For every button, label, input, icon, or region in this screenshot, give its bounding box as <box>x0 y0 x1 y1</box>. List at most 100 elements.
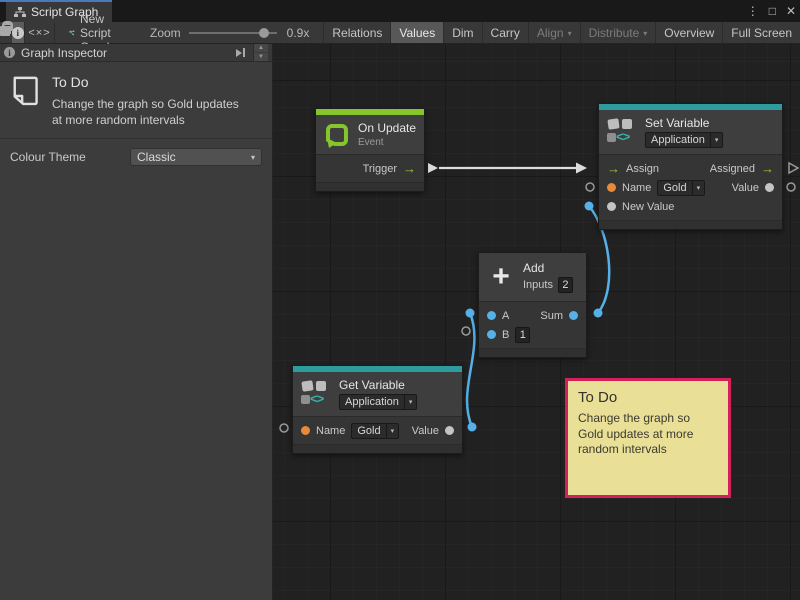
variable-name-dropdown[interactable]: Gold ▾ <box>657 180 705 196</box>
variable-name-dropdown[interactable]: Gold ▾ <box>351 423 399 439</box>
set-variable-value-port[interactable] <box>787 183 795 191</box>
node-footer <box>479 348 586 357</box>
dock-panel-icon[interactable] <box>236 48 247 57</box>
chevron-down-icon: ▾ <box>386 424 399 438</box>
zoom-label: Zoom <box>150 26 181 40</box>
dim-button[interactable]: Dim <box>443 22 481 43</box>
zoom-slider[interactable] <box>189 22 277 44</box>
add-a-port[interactable] <box>466 309 475 318</box>
variable-scope-dropdown[interactable]: Application ▾ <box>645 132 723 148</box>
set-variable-name-port[interactable] <box>586 183 594 191</box>
node-add[interactable]: + Add Inputs 2 A Sum B 1 <box>478 252 587 358</box>
assign-port-row[interactable]: → Assign Assigned → <box>599 159 782 178</box>
spin-down-icon[interactable]: ▼ <box>254 52 268 61</box>
add-b-port[interactable] <box>462 327 470 335</box>
align-dropdown[interactable]: Align ▾ <box>528 22 580 43</box>
chevron-down-icon: ▾ <box>568 29 572 38</box>
code-view-button[interactable]: <×> <box>25 22 55 43</box>
number-port-icon[interactable] <box>569 311 578 320</box>
sticky-note-title: To Do <box>578 389 718 406</box>
node-title: Set Variable <box>645 116 723 130</box>
panel-spinner[interactable]: ▲ ▼ <box>253 44 268 61</box>
sticky-note[interactable]: To Do Change the graph so Gold updates a… <box>565 378 731 498</box>
value-port-icon[interactable] <box>765 183 774 192</box>
number-port-icon[interactable] <box>487 311 496 320</box>
add-sum-port[interactable] <box>594 309 603 318</box>
zoom-value: 0.9x <box>285 26 310 40</box>
values-button[interactable]: Values <box>390 22 443 43</box>
lock-button[interactable] <box>0 26 12 34</box>
get-variable-name-port[interactable] <box>280 424 288 432</box>
node-get-variable[interactable]: <> Get Variable Application ▾ Name Gold … <box>292 365 463 454</box>
info-icon: i <box>12 27 24 39</box>
node-on-update[interactable]: On Update Event Trigger → <box>315 108 425 192</box>
node-footer <box>316 182 424 191</box>
colour-theme-select[interactable]: Classic ▾ <box>130 148 262 166</box>
chevron-down-icon: ▾ <box>404 395 417 409</box>
toolbar-view-buttons: Relations Values Dim Carry Align ▾ Distr… <box>323 22 800 43</box>
graph-canvas[interactable]: On Update Event Trigger → <> Set Variabl… <box>273 44 800 600</box>
spin-up-icon[interactable]: ▲ <box>254 44 268 52</box>
chevron-down-icon: ▾ <box>710 133 723 147</box>
script-graph-icon <box>69 27 75 39</box>
colour-theme-value: Classic <box>137 150 176 164</box>
sticky-note-icon <box>10 76 40 108</box>
relations-button[interactable]: Relations <box>323 22 390 43</box>
on-update-loop-icon <box>324 122 350 148</box>
name-port-row[interactable]: Name Gold ▾ Value <box>293 421 462 440</box>
info-icon: i <box>4 47 15 58</box>
node-subtitle: Event <box>358 137 416 148</box>
variables-icon: <> <box>301 380 331 408</box>
a-port-row[interactable]: A Sum <box>479 306 586 325</box>
maximize-icon[interactable]: □ <box>769 4 776 18</box>
node-set-variable[interactable]: <> Set Variable Application ▾ → Assign A… <box>598 103 783 230</box>
flow-arrow-icon: → <box>403 162 416 175</box>
sticky-note-text: Change the graph so Gold updates at more… <box>578 411 708 458</box>
colour-theme-label: Colour Theme <box>10 150 130 164</box>
exec-wire-arrowhead <box>576 163 587 174</box>
graph-inspector-panel: i Graph Inspector ▲ ▼ To Do Change the g… <box>0 44 273 600</box>
colour-theme-row: Colour Theme Classic ▾ <box>0 139 272 175</box>
chevron-down-icon: ▾ <box>251 153 255 162</box>
close-icon[interactable]: ✕ <box>786 4 796 18</box>
new-script-graph-button[interactable]: New Script Graph <box>55 22 134 43</box>
set-variable-new-value-port[interactable] <box>585 202 594 211</box>
zoom-slider-handle[interactable] <box>259 28 269 38</box>
flow-arrow-icon: → <box>761 162 774 175</box>
graph-inspector-title: Graph Inspector <box>21 46 107 60</box>
string-port-icon[interactable] <box>607 183 616 192</box>
node-title: On Update <box>358 121 416 135</box>
b-port-row[interactable]: B 1 <box>479 325 586 344</box>
todo-summary: To Do Change the graph so Gold updates a… <box>0 62 272 139</box>
get-variable-value-port[interactable] <box>468 423 477 432</box>
variable-scope-dropdown[interactable]: Application ▾ <box>339 394 417 410</box>
b-value-field[interactable]: 1 <box>515 327 530 343</box>
inputs-count-field[interactable]: 2 <box>558 277 573 293</box>
code-icon: <×> <box>28 27 50 39</box>
set-variable-assigned-port[interactable] <box>789 163 798 173</box>
string-port-icon[interactable] <box>301 426 310 435</box>
new-value-port-row[interactable]: New Value <box>599 197 782 216</box>
carry-button[interactable]: Carry <box>482 22 528 43</box>
overview-button[interactable]: Overview <box>655 22 722 43</box>
inputs-label: Inputs <box>523 279 553 291</box>
trigger-label: Trigger <box>363 163 397 175</box>
more-menu-icon[interactable]: ⋮ <box>747 4 759 18</box>
full-screen-button[interactable]: Full Screen <box>722 22 800 43</box>
number-port-icon[interactable] <box>487 330 496 339</box>
trigger-port-row[interactable]: Trigger → <box>316 159 424 178</box>
name-port-row[interactable]: Name Gold ▾ Value <box>599 178 782 197</box>
graph-icon <box>14 6 26 18</box>
distribute-dropdown[interactable]: Distribute ▾ <box>580 22 656 43</box>
inspector-toggle-button[interactable]: i <box>12 22 25 43</box>
exec-output-port[interactable] <box>428 163 438 173</box>
chevron-down-icon: ▾ <box>692 181 705 195</box>
graph-inspector-header[interactable]: i Graph Inspector ▲ ▼ <box>0 44 272 62</box>
flow-arrow-icon: → <box>607 162 620 175</box>
variables-icon: <> <box>607 118 637 146</box>
node-footer <box>293 444 462 453</box>
value-port-icon[interactable] <box>445 426 454 435</box>
todo-title: To Do <box>52 74 262 90</box>
graph-toolbar: i <×> New Script Graph Zoom 0.9x Relatio… <box>0 22 800 44</box>
value-port-icon[interactable] <box>607 202 616 211</box>
